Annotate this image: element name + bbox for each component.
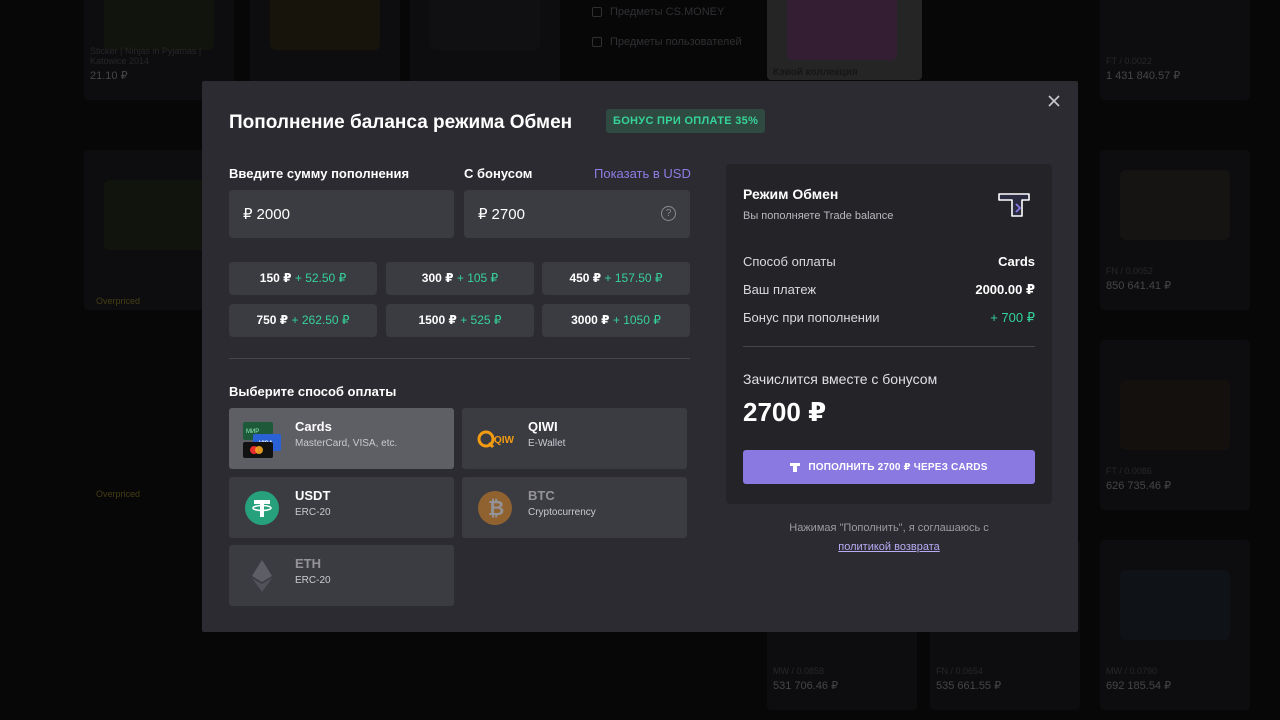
payment-method-cards[interactable]: МИР VISA Cards MasterCard, VISA, etc. bbox=[229, 408, 454, 469]
payment-method-desc: ERC-20 bbox=[295, 507, 331, 518]
agreement-text: Нажимая "Пополнить", я соглашаюсь с bbox=[789, 522, 989, 534]
credit-amount: 2700 ₽ bbox=[743, 397, 827, 427]
bonus-amount-input[interactable]: ₽ 2700 ? bbox=[464, 190, 690, 238]
top-up-button[interactable]: ПОПОЛНИТЬ 2700 ₽ ЧЕРЕЗ CARDS bbox=[743, 450, 1035, 484]
qiwi-logo-icon: QIWI bbox=[477, 430, 514, 449]
help-icon[interactable]: ? bbox=[661, 206, 676, 221]
preset-button[interactable]: 300 ₽ + 105 ₽ bbox=[386, 262, 534, 295]
payment-method-name: QIWI bbox=[528, 419, 558, 434]
summary-panel: Режим Обмен Вы пополняете Trade balance … bbox=[726, 164, 1052, 504]
summary-row-method: Способ оплаты Cards bbox=[743, 254, 1035, 269]
payment-method-desc: ERC-20 bbox=[295, 575, 331, 586]
tether-icon bbox=[245, 491, 279, 525]
payment-method-usdt[interactable]: USDT ERC-20 bbox=[229, 477, 454, 538]
credit-label: Зачислится вместе с бонусом bbox=[743, 371, 938, 387]
top-up-button-label: ПОПОЛНИТЬ 2700 ₽ ЧЕРЕЗ CARDS bbox=[808, 461, 988, 473]
ethereum-icon bbox=[252, 560, 272, 592]
bonus-badge: БОНУС ПРИ ОПЛАТЕ 35% bbox=[606, 109, 766, 133]
summary-row-payment: Ваш платеж 2000.00 ₽ bbox=[743, 282, 1035, 297]
payment-method-eth[interactable]: ETH ERC-20 bbox=[229, 545, 454, 606]
payment-method-name: BTC bbox=[528, 488, 555, 503]
payment-method-desc: Cryptocurrency bbox=[528, 507, 596, 518]
summary-title: Режим Обмен bbox=[743, 186, 839, 202]
svg-text:QIWI: QIWI bbox=[494, 435, 514, 446]
summary-subtitle: Вы пополняете Trade balance bbox=[743, 210, 894, 222]
payment-method-label: Выберите способ оплаты bbox=[229, 384, 397, 399]
payment-method-desc: E-Wallet bbox=[528, 438, 566, 449]
bonus-amount-value: 2700 bbox=[491, 205, 525, 223]
payment-method-name: Cards bbox=[295, 419, 332, 434]
currency-symbol: ₽ bbox=[243, 206, 253, 223]
currency-symbol: ₽ bbox=[478, 206, 488, 223]
divider bbox=[743, 346, 1035, 347]
bonus-amount-label: С бонусом bbox=[464, 166, 533, 181]
close-icon bbox=[1048, 95, 1060, 107]
preset-button[interactable]: 750 ₽ + 262.50 ₽ bbox=[229, 304, 377, 337]
refund-policy-wrapper: политикой возврата bbox=[726, 541, 1052, 553]
payment-method-name: USDT bbox=[295, 488, 331, 503]
preset-button[interactable]: 3000 ₽ + 1050 ₽ bbox=[542, 304, 690, 337]
preset-button[interactable]: 450 ₽ + 157.50 ₽ bbox=[542, 262, 690, 295]
amount-input[interactable]: ₽ 2000 bbox=[229, 190, 454, 238]
trade-balance-icon bbox=[790, 462, 801, 472]
divider bbox=[229, 358, 690, 359]
trade-balance-icon bbox=[998, 193, 1030, 217]
credit-cards-icon: МИР VISA bbox=[243, 422, 281, 458]
summary-row-bonus: Бонус при пополнении + 700 ₽ bbox=[743, 310, 1035, 325]
payment-method-name: ETH bbox=[295, 556, 321, 571]
close-button[interactable] bbox=[1046, 93, 1062, 109]
preset-button[interactable]: 150 ₽ + 52.50 ₽ bbox=[229, 262, 377, 295]
show-usd-link[interactable]: Показать в USD bbox=[594, 166, 691, 181]
svg-text:₿: ₿ bbox=[488, 498, 504, 520]
amount-value: 2000 bbox=[256, 205, 290, 223]
modal-title: Пополнение баланса режима Обмен bbox=[229, 112, 573, 133]
payment-method-desc: MasterCard, VISA, etc. bbox=[295, 438, 398, 449]
preset-button[interactable]: 1500 ₽ + 525 ₽ bbox=[386, 304, 534, 337]
payment-method-btc[interactable]: ₿ BTC Cryptocurrency bbox=[462, 477, 687, 538]
amount-label: Введите сумму пополнения bbox=[229, 166, 410, 181]
top-up-modal: Пополнение баланса режима Обмен БОНУС ПР… bbox=[202, 81, 1078, 632]
refund-policy-link[interactable]: политикой возврата bbox=[838, 541, 939, 553]
bitcoin-icon: ₿ bbox=[478, 491, 512, 525]
payment-method-qiwi[interactable]: QIWI QIWI E-Wallet bbox=[462, 408, 687, 469]
